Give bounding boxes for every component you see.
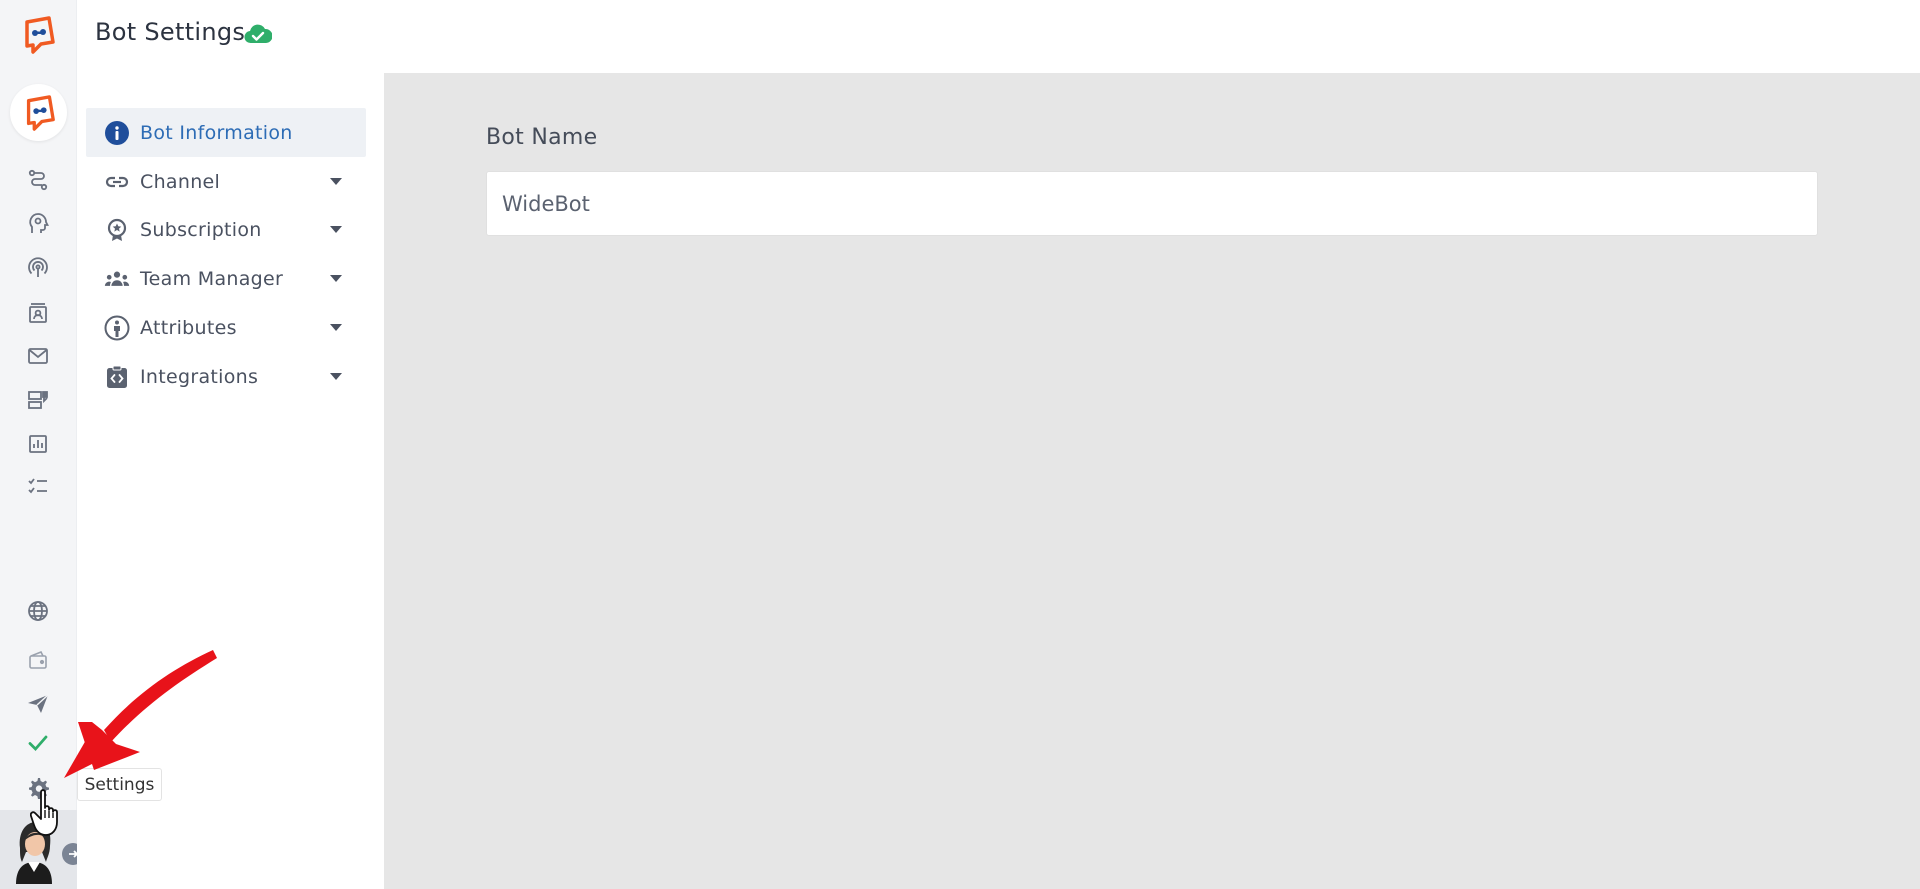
flow-icon[interactable] xyxy=(24,166,52,194)
widebot-logo-icon[interactable] xyxy=(19,14,57,56)
code-clipboard-icon xyxy=(102,362,132,392)
bot-name-input[interactable] xyxy=(486,171,1818,236)
nav-item-label: Team Manager xyxy=(140,267,284,290)
pointer-hand-icon xyxy=(29,788,70,838)
send-icon[interactable] xyxy=(24,690,52,718)
analytics-icon[interactable] xyxy=(24,430,52,458)
nav-item-subscription[interactable]: Subscription xyxy=(86,205,366,254)
chevron-down-icon xyxy=(330,178,342,185)
main-content: Bot Name xyxy=(384,73,1920,889)
wallet-icon[interactable] xyxy=(24,646,52,674)
team-icon xyxy=(102,264,132,294)
brain-icon[interactable] xyxy=(24,209,52,237)
mail-icon[interactable] xyxy=(24,342,52,370)
check-icon[interactable] xyxy=(24,729,52,757)
award-icon xyxy=(102,215,132,245)
nav-item-bot-information[interactable]: Bot Information xyxy=(86,108,366,157)
cloud-saved-icon xyxy=(244,23,273,45)
chevron-down-icon xyxy=(330,275,342,282)
nav-item-label: Subscription xyxy=(140,218,262,241)
chevron-down-icon xyxy=(330,226,342,233)
page-header: Bot Settings xyxy=(77,0,1920,73)
nav-item-label: Integrations xyxy=(140,365,259,388)
page-title: Bot Settings xyxy=(95,18,246,46)
template-icon[interactable] xyxy=(24,386,52,414)
nav-item-label: Channel xyxy=(140,170,221,193)
link-icon xyxy=(102,167,132,197)
contacts-icon[interactable] xyxy=(24,299,52,327)
checklist-icon[interactable] xyxy=(24,472,52,500)
chevron-down-icon xyxy=(330,324,342,331)
nav-item-label: Bot Information xyxy=(140,121,293,144)
bot-name-label: Bot Name xyxy=(486,125,598,150)
info-icon xyxy=(102,118,132,148)
bot-avatar-icon[interactable] xyxy=(10,84,67,141)
nav-item-label: Attributes xyxy=(140,316,237,339)
broadcast-icon[interactable] xyxy=(24,254,52,282)
nav-item-channel[interactable]: Channel xyxy=(86,157,366,206)
nav-item-attributes[interactable]: Attributes xyxy=(86,303,366,352)
globe-icon[interactable] xyxy=(24,597,52,625)
person-circle-icon xyxy=(102,313,132,343)
nav-item-integrations[interactable]: Integrations xyxy=(86,352,366,401)
chevron-down-icon xyxy=(330,373,342,380)
nav-item-team-manager[interactable]: Team Manager xyxy=(86,254,366,303)
annotation-arrow-icon xyxy=(56,648,220,788)
